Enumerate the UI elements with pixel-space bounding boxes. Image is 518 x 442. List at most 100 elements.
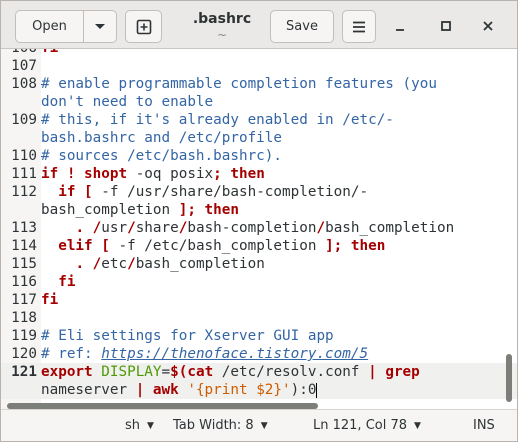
code-token: .: [75, 256, 85, 272]
save-button[interactable]: Save: [270, 10, 334, 43]
chevron-down-icon: ▼: [260, 421, 268, 431]
code-token: /etc/resolv.conf: [213, 364, 369, 380]
code-token: ]; then: [178, 202, 239, 218]
code-line[interactable]: 121 export DISPLAY=$(cat /etc/resolv.conf…: [1, 363, 517, 381]
tab-width-selector[interactable]: Tab Width: 8 ▼: [173, 416, 268, 436]
close-icon: [483, 21, 493, 31]
code-token: bash-completion: [187, 220, 317, 236]
line-text: bash.bashrc and /etc/profile: [41, 129, 282, 147]
document-path: ~: [216, 28, 228, 42]
line-text: bash_completion ]; then: [41, 201, 239, 219]
code-token: nameserver: [41, 382, 136, 398]
code-line[interactable]: nameserver | awk '{print $2}'):0: [1, 381, 517, 399]
cursor-position-label: Ln 121, Col 78: [313, 418, 408, 433]
code-token: -oq posix: [127, 166, 214, 182]
code-token: export: [41, 364, 93, 380]
code-token: # Eli settings for Xserver GUI app: [41, 328, 334, 344]
line-text: fi: [41, 49, 58, 57]
line-text: if ! shopt -oq posix; then: [41, 165, 265, 183]
code-token: DISPLAY: [101, 364, 162, 380]
line-text: # enable programmable completion feature…: [41, 75, 437, 93]
language-selector[interactable]: sh ▼: [125, 416, 154, 436]
code-line[interactable]: 111 if ! shopt -oq posix; then: [1, 165, 517, 183]
line-text: # ref: https://thenoface.tistory.com/5: [41, 345, 368, 363]
line-number: 111: [11, 166, 37, 182]
code-token: ]; then: [325, 238, 386, 254]
line-number: [1, 129, 41, 147]
code-line[interactable]: 116 fi: [1, 273, 517, 291]
title-area: .bashrc ~: [182, 10, 262, 42]
maximize-button[interactable]: [435, 15, 457, 37]
line-text: nameserver | awk '{print $2}'):0: [41, 381, 318, 399]
minimize-button[interactable]: [389, 15, 411, 37]
code-token: -f /etc/bash_completion: [109, 238, 326, 254]
code-token: $(cat: [170, 364, 214, 380]
code-line[interactable]: bash_completion ]; then: [1, 201, 517, 219]
line-text: fi: [41, 273, 75, 291]
code-line[interactable]: 115 . /etc/bash_completion: [1, 255, 517, 273]
code-line[interactable]: 112 if [ -f /usr/share/bash-completion/-: [1, 183, 517, 201]
line-number: [1, 93, 41, 111]
code-token: grep: [385, 364, 420, 380]
code-token: ):0: [290, 382, 317, 398]
code-token: if [: [58, 184, 93, 200]
line-text: fi: [41, 291, 58, 309]
line-text: . /usr/share/bash-completion/bash_comple…: [41, 219, 454, 237]
line-number: 109: [11, 112, 37, 128]
line-number: 106: [1, 49, 41, 57]
code-token: '{print $2}': [187, 382, 291, 398]
line-number: [1, 201, 41, 219]
open-button[interactable]: Open: [15, 10, 84, 43]
code-line[interactable]: 114 elif [ -f /etc/bash_completion ]; th…: [1, 237, 517, 255]
line-text: don't need to enable: [41, 93, 213, 111]
line-text: if [ -f /usr/share/bash-completion/-: [41, 183, 368, 201]
code-token: bash.bashrc and /etc/profile: [41, 130, 283, 146]
code-line[interactable]: don't need to enable: [1, 93, 517, 111]
code-line[interactable]: 110 # sources /etc/bash.bashrc).: [1, 147, 517, 165]
hamburger-icon: [353, 21, 365, 32]
line-number: 116: [11, 274, 37, 290]
close-button[interactable]: [477, 15, 499, 37]
language-label: sh: [125, 418, 141, 433]
main-menu-button[interactable]: [342, 10, 376, 43]
header-bar: Open .bashrc ~ Save: [1, 1, 517, 49]
code-link[interactable]: https://thenoface.tistory.com/5: [101, 346, 368, 362]
cursor-position-selector[interactable]: Ln 121, Col 78 ▼: [313, 416, 421, 436]
code-token: /: [127, 256, 136, 272]
code-line[interactable]: 106fi: [1, 49, 517, 57]
new-document-button[interactable]: [125, 10, 162, 43]
chevron-down-icon: ▼: [147, 421, 154, 431]
code-line[interactable]: 120 # ref: https://thenoface.tistory.com/…: [1, 345, 517, 363]
gedit-window: Open .bashrc ~ Save 107 108 # enable pro…: [0, 0, 518, 442]
code-line[interactable]: bash.bashrc and /etc/profile: [1, 129, 517, 147]
code-line[interactable]: 119 # Eli settings for Xserver GUI app: [1, 327, 517, 345]
line-number: 118: [11, 310, 37, 326]
code-line[interactable]: 118: [1, 309, 517, 327]
minimize-icon: [396, 29, 404, 31]
line-text: elif [ -f /etc/bash_completion ]; then: [41, 237, 385, 255]
code-token: usr: [101, 220, 128, 236]
code-line[interactable]: 107: [1, 57, 517, 75]
code-line[interactable]: 109 # this, if it's already enabled in /e…: [1, 111, 517, 129]
vertical-scrollbar[interactable]: [506, 354, 512, 402]
code-token: fi: [58, 274, 76, 290]
line-number: 121: [11, 364, 37, 380]
code-line[interactable]: 108 # enable programmable completion feat…: [1, 75, 517, 93]
code-token: if: [41, 166, 59, 182]
code-token: fi: [41, 49, 58, 56]
chevron-down-icon: ▼: [414, 421, 421, 431]
code-token: /: [92, 256, 102, 272]
open-recent-dropdown[interactable]: [83, 10, 117, 43]
code-line[interactable]: 117 fi: [1, 291, 517, 309]
line-number: 119: [11, 328, 37, 344]
text-editor[interactable]: 106fi107108# enable programmable complet…: [1, 49, 517, 409]
line-number: 115: [11, 256, 37, 272]
code-token: # ref:: [41, 346, 102, 362]
code-line[interactable]: 113 . /usr/share/bash-completion/bash_co…: [1, 219, 517, 237]
